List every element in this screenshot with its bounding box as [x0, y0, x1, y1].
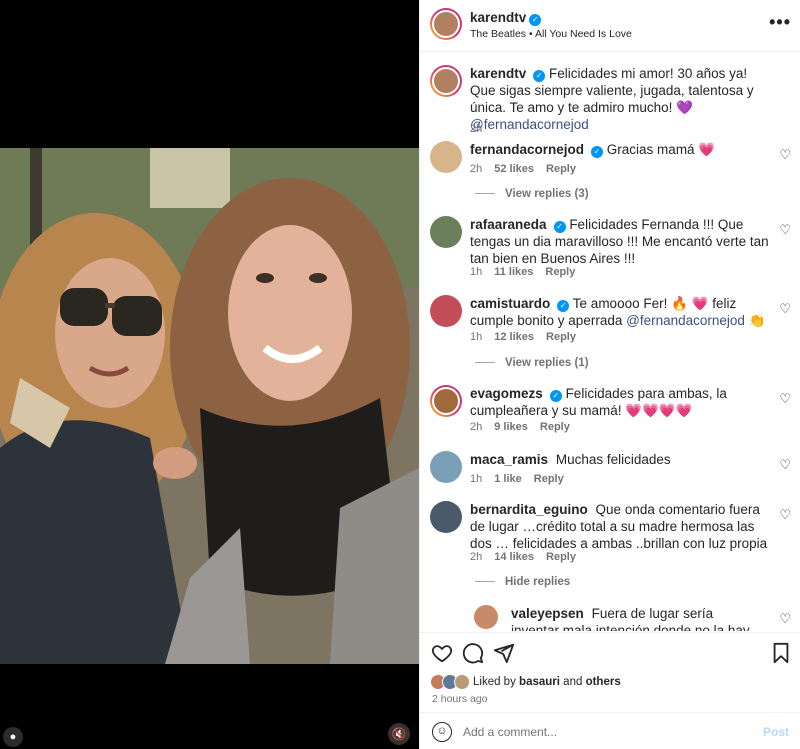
- commenter-avatar[interactable]: [430, 141, 462, 173]
- commenter-username[interactable]: maca_ramis: [470, 452, 548, 467]
- muted-speaker-icon[interactable]: 🔇: [388, 723, 410, 745]
- verified-badge-icon: ✓: [533, 70, 546, 82]
- caption-username[interactable]: karendtv: [470, 66, 526, 81]
- verified-badge-icon: ✓: [591, 146, 604, 158]
- comment-input[interactable]: [463, 725, 743, 739]
- person-tag-icon[interactable]: ●: [3, 727, 23, 747]
- like-comment-heart-icon[interactable]: ♡: [779, 507, 791, 523]
- post-header: karendtv ✓ The Beatles • All You Need Is …: [420, 0, 800, 52]
- like-comment-heart-icon[interactable]: ♡: [779, 301, 791, 317]
- caption-text: karendtv ✓ Felicidades mi amor! 30 años y…: [470, 66, 754, 132]
- heart-icon[interactable]: [430, 641, 454, 665]
- commenter-avatar[interactable]: [430, 216, 462, 248]
- commenter-username[interactable]: camistuardo: [470, 296, 550, 311]
- more-options-icon[interactable]: •••: [769, 12, 791, 33]
- reply-button[interactable]: Reply: [545, 266, 575, 278]
- view-replies-button[interactable]: View replies (3): [475, 188, 589, 200]
- like-comment-heart-icon[interactable]: ♡: [779, 611, 791, 627]
- like-comment-heart-icon[interactable]: ♡: [779, 147, 791, 163]
- commenter-avatar[interactable]: [430, 295, 462, 327]
- like-comment-heart-icon[interactable]: ♡: [779, 457, 791, 473]
- reply-button[interactable]: Reply: [540, 421, 570, 433]
- instagram-post-view: ● 🔇 karendtv ✓ The Beatles • All You Need…: [0, 0, 800, 749]
- author-username[interactable]: karendtv ✓: [470, 10, 542, 26]
- author-avatar[interactable]: [430, 8, 462, 40]
- commenter-avatar[interactable]: [474, 605, 498, 629]
- mention-link[interactable]: @fernandacornejod: [626, 313, 745, 328]
- like-comment-heart-icon[interactable]: ♡: [779, 391, 791, 407]
- reply-button[interactable]: Reply: [546, 551, 576, 563]
- share-icon[interactable]: [492, 641, 516, 665]
- photo-illustration: [0, 148, 419, 664]
- comment-composer: ☺ Post: [420, 712, 800, 749]
- caption-meta: 2h: [470, 123, 483, 135]
- reply-button[interactable]: Reply: [546, 163, 576, 175]
- likes-summary: Liked by basauri and others: [430, 672, 790, 692]
- hide-replies-button[interactable]: Hide replies: [475, 576, 570, 588]
- verified-badge-icon: ✓: [557, 300, 570, 312]
- bookmark-icon[interactable]: [769, 641, 793, 665]
- like-comment-heart-icon[interactable]: ♡: [779, 222, 791, 238]
- reply-button[interactable]: Reply: [546, 331, 576, 343]
- media-pane: ● 🔇: [0, 0, 419, 749]
- likes-others-link[interactable]: others: [586, 676, 621, 688]
- audio-track[interactable]: The Beatles • All You Need Is Love: [470, 28, 632, 40]
- commenter-username[interactable]: fernandacornejod: [470, 142, 584, 157]
- commenter-avatar[interactable]: [430, 385, 462, 417]
- commenter-username[interactable]: valeyepsen: [511, 606, 584, 621]
- commenter-username[interactable]: evagomezs: [470, 386, 543, 401]
- reply-button[interactable]: Reply: [534, 473, 564, 485]
- commenter-avatar[interactable]: [430, 451, 462, 483]
- comments-list[interactable]: karendtv ✓ Felicidades mi amor! 30 años y…: [420, 53, 800, 631]
- post-photo[interactable]: [0, 148, 419, 664]
- action-bar: [420, 632, 800, 674]
- post-timestamp[interactable]: 2 hours ago: [432, 693, 487, 705]
- liker-username[interactable]: basauri: [519, 676, 560, 688]
- post-comment-button[interactable]: Post: [763, 725, 789, 739]
- caption-avatar[interactable]: [430, 65, 462, 97]
- view-replies-button[interactable]: View replies (1): [475, 357, 589, 369]
- comment-icon[interactable]: [461, 641, 485, 665]
- verified-badge-icon: ✓: [529, 14, 542, 26]
- emoji-icon[interactable]: ☺: [432, 722, 452, 742]
- commenter-username[interactable]: bernardita_eguino: [470, 502, 588, 517]
- commenter-avatar[interactable]: [430, 501, 462, 533]
- verified-badge-icon: ✓: [553, 221, 566, 233]
- verified-badge-icon: ✓: [549, 390, 562, 402]
- commenter-username[interactable]: rafaaraneda: [470, 217, 547, 232]
- liker-avatar: [454, 674, 470, 690]
- post-sidebar: karendtv ✓ The Beatles • All You Need Is …: [419, 0, 800, 749]
